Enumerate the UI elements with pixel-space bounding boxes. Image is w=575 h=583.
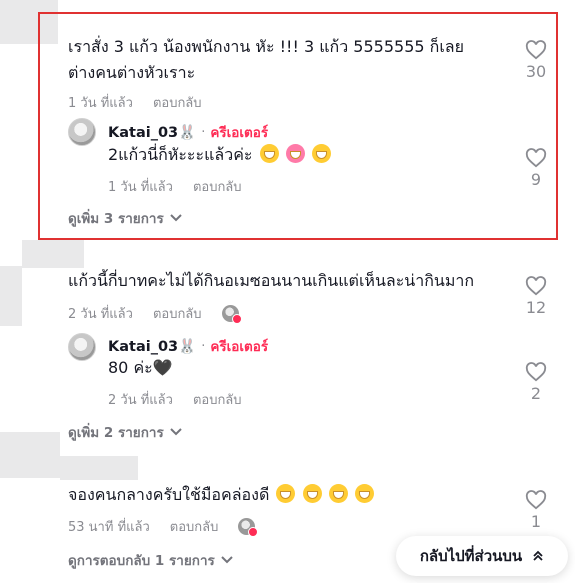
like-count: 2 [530, 384, 542, 403]
avatar[interactable] [68, 118, 96, 146]
like-button[interactable]: 30 [521, 40, 551, 81]
avatar[interactable] [68, 333, 96, 361]
reply-text: 80 ค่ะ🖤 [108, 358, 173, 377]
reply-meta: 2 วัน ที่แล้ว ตอบกลับ [108, 389, 242, 410]
reply-button[interactable]: ตอบกลับ [193, 389, 242, 410]
comment-text: เราสั่ง 3 แก้ว น้องพนักงาน หัะ !!! 3 แก้… [68, 37, 464, 82]
grinning-emoji-icon [302, 484, 322, 503]
comment-time: 1 วัน ที่แล้ว [68, 96, 133, 111]
comment-meta: 2 วัน ที่แล้ว ตอบกลับ [68, 303, 242, 324]
view-replies[interactable]: ดูการตอบกลับ 1 รายการ [68, 549, 233, 571]
reply-header: Katai_03🐰 · ครีเอเตอร์ [108, 335, 268, 357]
kissing-emoji-icon [285, 144, 305, 163]
like-count: 30 [525, 62, 547, 81]
comment-time: 2 วัน ที่แล้ว [68, 307, 133, 322]
like-button[interactable]: 1 [521, 490, 551, 531]
back-to-top-button[interactable]: กลับไปที่ส่วนบน [396, 536, 568, 576]
like-button[interactable]: 12 [521, 276, 551, 317]
comment-meta: 53 นาที ที่แล้ว ตอบกลับ [68, 516, 259, 537]
reply-header: Katai_03🐰 · ครีเอเตอร์ [108, 121, 268, 143]
like-button[interactable]: 9 [521, 148, 551, 189]
creator-liked-avatar [238, 518, 259, 537]
comment-meta: 1 วัน ที่แล้ว ตอบกลับ [68, 92, 202, 113]
blurred-avatar [0, 266, 22, 326]
like-count: 12 [525, 298, 547, 317]
view-more-replies[interactable]: ดูเพิ่ม 3 รายการ [68, 207, 182, 229]
grinning-emoji-icon [328, 484, 348, 503]
heart-outline-icon [525, 276, 547, 296]
creator-badge: ครีเอเตอร์ [210, 125, 269, 141]
view-more-replies[interactable]: ดูเพิ่ม 2 รายการ [68, 421, 182, 443]
username[interactable]: Katai_03🐰 [108, 124, 196, 141]
like-count: 1 [530, 512, 542, 531]
heart-outline-icon [525, 148, 547, 168]
comment-text: จองคนกลางครับใช้มือคล่องดี [68, 482, 374, 508]
heart-outline-icon [525, 490, 547, 510]
reply-time: 1 วัน ที่แล้ว [108, 180, 173, 195]
laughing-emoji-icon [311, 144, 331, 163]
like-button[interactable]: 2 [521, 362, 551, 403]
chevron-down-icon [221, 556, 233, 564]
separator: · [201, 124, 206, 140]
reply-button[interactable]: ตอบกลับ [153, 303, 202, 324]
reply-button[interactable]: ตอบกลับ [193, 176, 242, 197]
blurred-avatar [0, 432, 60, 478]
chevron-down-icon [170, 428, 182, 436]
reply-time: 2 วัน ที่แล้ว [108, 393, 173, 408]
chevron-down-icon [170, 214, 182, 222]
like-count: 9 [530, 170, 542, 189]
reply-text: 2แก้วนี่ก็หัะะะแล้วค่ะ [108, 142, 331, 168]
grinning-emoji-icon [276, 484, 296, 503]
double-chevron-up-icon [533, 550, 543, 561]
grinning-emoji-icon [354, 484, 374, 503]
heart-outline-icon [525, 362, 547, 382]
reply-button[interactable]: ตอบกลับ [170, 516, 219, 537]
reply-meta: 1 วัน ที่แล้ว ตอบกลับ [108, 176, 242, 197]
laughing-emoji-icon [259, 144, 279, 163]
heart-outline-icon [525, 40, 547, 60]
blurred-avatar [60, 456, 138, 480]
comment-time: 53 นาที ที่แล้ว [68, 520, 150, 535]
separator: · [201, 338, 206, 354]
back-to-top-label: กลับไปที่ส่วนบน [419, 547, 523, 565]
username[interactable]: Katai_03🐰 [108, 338, 196, 355]
blurred-avatar [22, 240, 84, 268]
comment-text: แก้วนี้กี่บาทคะไม่ได้กินอเมซอนนานเกินแต่… [68, 271, 475, 290]
reply-button[interactable]: ตอบกลับ [153, 92, 202, 113]
creator-badge: ครีเอเตอร์ [210, 339, 269, 355]
creator-liked-avatar [221, 305, 242, 324]
